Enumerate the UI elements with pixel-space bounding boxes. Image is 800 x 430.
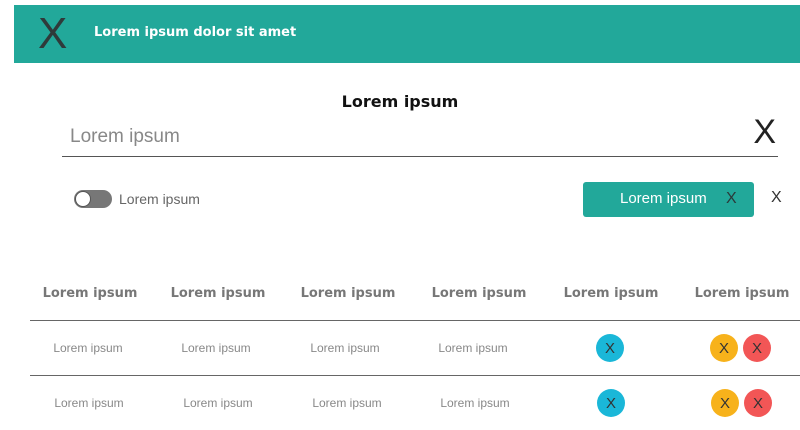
toggle-label: Lorem ipsum	[119, 191, 200, 207]
close-icon[interactable]: X	[771, 189, 782, 207]
app-header: X Lorem ipsum dolor sit amet	[14, 5, 800, 63]
table-cell: Lorem ipsum	[310, 341, 380, 355]
table-cell: Lorem ipsum	[312, 396, 382, 410]
chip-label: Lorem ipsum	[620, 190, 707, 207]
table-cell: Lorem ipsum	[440, 396, 510, 410]
action-delete-icon[interactable]: X	[743, 334, 771, 362]
toggle-switch[interactable]	[74, 190, 112, 208]
table-cell: Lorem ipsum	[183, 396, 253, 410]
action-warning-icon[interactable]: X	[711, 389, 739, 417]
status-icon[interactable]: X	[597, 389, 625, 417]
column-header[interactable]: Lorem ipsum	[153, 286, 283, 301]
column-header[interactable]: Lorem ipsum	[677, 286, 800, 301]
form-title: Lorem ipsum	[341, 92, 459, 111]
column-header[interactable]: Lorem ipsum	[25, 286, 155, 301]
column-header[interactable]: Lorem ipsum	[414, 286, 544, 301]
status-icon[interactable]: X	[596, 334, 624, 362]
app-title: Lorem ipsum dolor sit amet	[94, 25, 297, 40]
filter-chip[interactable]: Lorem ipsum X	[583, 182, 754, 217]
table-cell: Lorem ipsum	[54, 396, 124, 410]
action-delete-icon[interactable]: X	[744, 389, 772, 417]
chip-close-icon[interactable]: X	[726, 190, 737, 208]
table-header-row: Lorem ipsum Lorem ipsum Lorem ipsum Lore…	[30, 276, 800, 321]
column-header[interactable]: Lorem ipsum	[283, 286, 413, 301]
table-cell: Lorem ipsum	[53, 341, 123, 355]
action-warning-icon[interactable]: X	[710, 334, 738, 362]
table-row: Lorem ipsum Lorem ipsum Lorem ipsum Lore…	[30, 321, 800, 376]
close-icon[interactable]: X	[38, 11, 67, 57]
column-header[interactable]: Lorem ipsum	[546, 286, 676, 301]
search-field-container: X	[62, 113, 778, 157]
toggle-knob	[75, 191, 91, 207]
table-row: Lorem ipsum Lorem ipsum Lorem ipsum Lore…	[30, 376, 800, 430]
table-cell: Lorem ipsum	[438, 341, 508, 355]
table-cell: Lorem ipsum	[181, 341, 251, 355]
search-input[interactable]	[68, 121, 672, 153]
data-table: Lorem ipsum Lorem ipsum Lorem ipsum Lore…	[30, 276, 800, 430]
clear-search-icon[interactable]: X	[753, 113, 776, 152]
